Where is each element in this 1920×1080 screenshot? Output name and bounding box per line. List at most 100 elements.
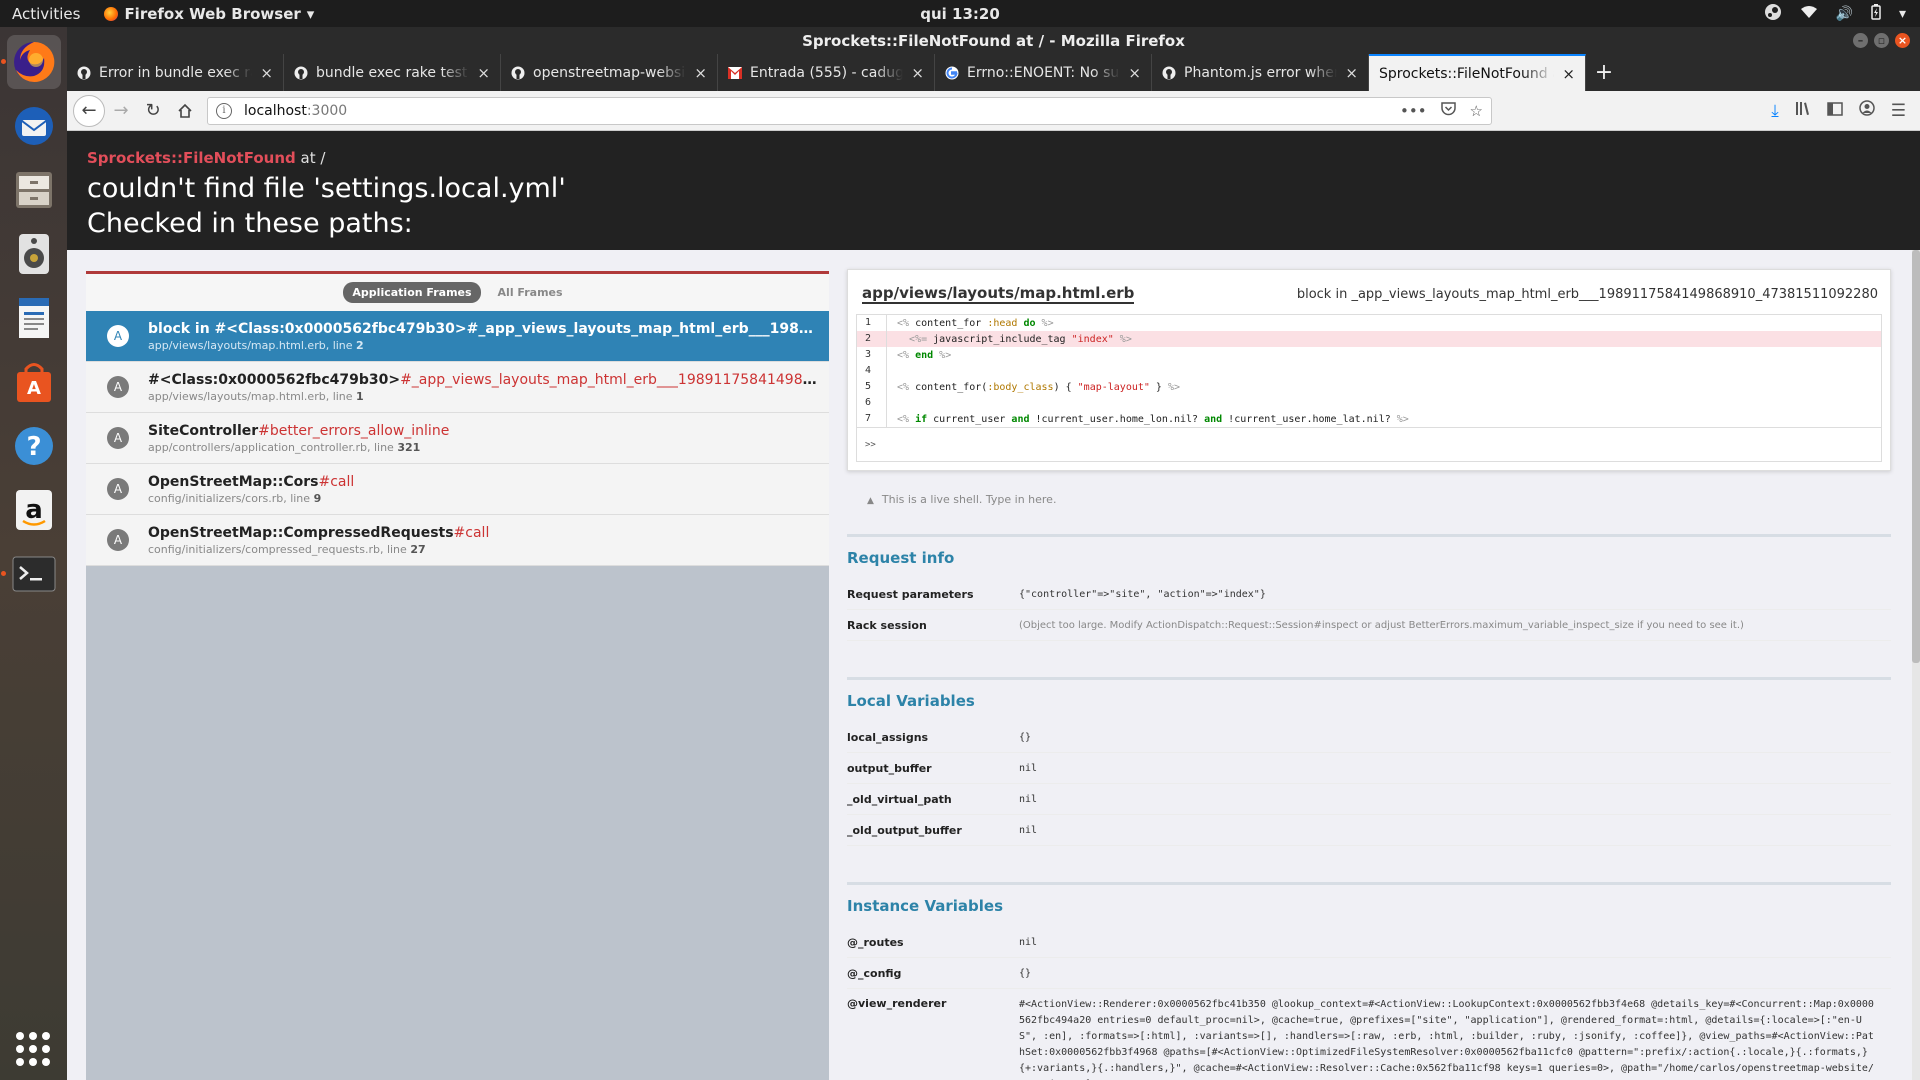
download-icon[interactable]: ⤓ (1771, 101, 1779, 121)
url-host: localhost (244, 102, 307, 119)
error-title: Sprockets::FileNotFound at / (87, 149, 1920, 167)
tab-title: Error in bundle exec rake (99, 64, 252, 81)
home-button[interactable] (169, 95, 201, 127)
frame-location: config/initializers/cors.rb, line 9 (148, 491, 322, 505)
ubuntu-dock: A ? a (0, 27, 67, 1080)
tab-1[interactable]: bundle exec rake test:db × (284, 54, 501, 91)
library-icon[interactable] (1795, 101, 1811, 121)
sidebar-icon[interactable] (1827, 101, 1843, 121)
forward-button[interactable]: → (105, 95, 137, 127)
instance-variables-section: Instance Variables @_routes nil @_config{… (847, 882, 1891, 1080)
dock-amazon[interactable]: a (7, 483, 61, 537)
variable-row: output_buffer nil (847, 753, 1891, 784)
tab-close-icon[interactable]: × (477, 64, 490, 82)
arrow-left-icon: ← (81, 100, 97, 121)
frame-item[interactable]: A block in #<Class:0x0000562fbc479b30>#_… (86, 311, 829, 362)
page-actions-icon[interactable]: ••• (1400, 102, 1427, 120)
frame-item[interactable]: A OpenStreetMap::CompressedRequests#call… (86, 515, 829, 566)
show-applications-icon[interactable] (16, 1032, 50, 1066)
back-button[interactable]: ← (73, 94, 105, 127)
frame-item[interactable]: A SiteController#better_errors_allow_inl… (86, 413, 829, 464)
dock-libreoffice-writer[interactable] (7, 291, 61, 345)
dock-help[interactable]: ? (7, 419, 61, 473)
system-status-area[interactable]: 🔊 ▾ (1764, 0, 1906, 27)
code-line: 5 <% content_for(:body_class) { "map-layo… (857, 379, 1881, 395)
code-context: block in _app_views_layouts_map_html_erb… (1296, 286, 1878, 302)
better-errors-page: Sprockets::FileNotFound at / couldn't fi… (67, 131, 1920, 1080)
activities-button[interactable]: Activities (0, 5, 92, 23)
tab-close-icon[interactable]: × (1128, 64, 1141, 82)
running-indicator (0, 59, 6, 64)
amazon-icon: a (15, 490, 52, 530)
frame-filter: Application Frames All Frames (86, 274, 829, 311)
variable-row: _old_output_buffer nil (847, 815, 1891, 846)
live-shell-input[interactable]: >> (856, 428, 1882, 462)
running-indicator (0, 571, 6, 576)
bookmark-star-icon[interactable]: ☆ (1470, 102, 1483, 120)
tab-close-icon[interactable]: × (1562, 65, 1575, 83)
frame-item[interactable]: A #<Class:0x0000562fbc479b30>#_app_views… (86, 362, 829, 413)
tab-close-icon[interactable]: × (911, 64, 924, 82)
dock-firefox[interactable] (0, 35, 61, 89)
svg-text:A: A (27, 378, 41, 399)
dock-terminal[interactable] (0, 547, 61, 601)
steam-icon[interactable] (1764, 3, 1782, 25)
terminal-icon (12, 556, 55, 592)
dock-rhythmbox[interactable] (7, 227, 61, 281)
google-icon (945, 66, 959, 80)
page-scrollbar-thumb[interactable] (1912, 250, 1920, 663)
code-line: 7 <% if current_user and !current_user.ho… (857, 411, 1881, 427)
tab-4[interactable]: Errno::ENOENT: No such × (935, 54, 1152, 91)
firefox-window: Sprockets::FileNotFound at / - Mozilla F… (67, 27, 1920, 1080)
window-title: Sprockets::FileNotFound at / - Mozilla F… (802, 31, 1185, 50)
tab-title: Entrada (555) - cadugued (750, 64, 904, 81)
frame-location: app/views/layouts/map.html.erb, line 2 (148, 338, 364, 352)
application-frames-tab[interactable]: Application Frames (343, 282, 481, 303)
minimize-icon[interactable]: – (1853, 33, 1868, 48)
pocket-icon[interactable] (1440, 101, 1456, 120)
app-menu[interactable]: Firefox Web Browser ▾ (104, 5, 314, 23)
new-tab-icon[interactable]: + (1586, 54, 1622, 91)
frame-item[interactable]: A OpenStreetMap::Cors#call config/initia… (86, 464, 829, 515)
tab-close-icon[interactable]: × (1345, 64, 1358, 82)
close-icon[interactable]: × (1895, 33, 1910, 48)
tab-6-active[interactable]: Sprockets::FileNotFound at × (1369, 54, 1586, 91)
hamburger-menu-icon[interactable]: ☰ (1891, 101, 1906, 121)
frame-badge: A (107, 529, 129, 551)
dock-thunderbird[interactable] (7, 99, 61, 153)
tab-close-icon[interactable]: × (694, 64, 707, 82)
frame-details: app/views/layouts/map.html.erb block in … (847, 269, 1891, 1080)
info-row: Rack session (Object too large. Modify Ac… (847, 610, 1891, 641)
reload-button[interactable]: ↻ (137, 95, 169, 127)
code-file-link[interactable]: app/views/layouts/map.html.erb (862, 284, 1135, 304)
variable-row: local_assigns{} (847, 722, 1891, 753)
github-icon (1162, 66, 1176, 80)
speaker-icon (18, 234, 49, 274)
url-bar[interactable]: i localhost:3000 ••• ☆ (207, 96, 1492, 125)
url-port: :3000 (306, 102, 348, 119)
tab-close-icon[interactable]: × (260, 64, 273, 82)
tab-5[interactable]: Phantom.js error when in × (1152, 54, 1369, 91)
window-titlebar[interactable]: Sprockets::FileNotFound at / - Mozilla F… (67, 27, 1920, 54)
all-frames-tab[interactable]: All Frames (489, 282, 572, 303)
tab-0[interactable]: Error in bundle exec rake × (67, 54, 284, 91)
maximize-icon[interactable]: ▫ (1874, 33, 1889, 48)
frame-location: config/initializers/compressed_requests.… (148, 542, 426, 556)
tab-3[interactable]: Entrada (555) - cadugued × (718, 54, 935, 91)
exception-class: Sprockets::FileNotFound (87, 149, 296, 167)
frame-badge: A (107, 427, 129, 449)
code-header: app/views/layouts/map.html.erb block in … (856, 278, 1882, 314)
reload-icon: ↻ (145, 100, 161, 121)
frame-badge: A (107, 325, 129, 347)
tab-2[interactable]: openstreetmap-website × (501, 54, 718, 91)
section-title: Local Variables (847, 677, 1891, 710)
dock-software-center[interactable]: A (7, 355, 61, 409)
dock-files[interactable] (7, 163, 61, 217)
account-icon[interactable] (1859, 100, 1875, 121)
github-icon (77, 66, 91, 80)
variable-row: @_routes nil (847, 927, 1891, 958)
site-info-icon[interactable]: i (216, 102, 232, 119)
frame-name: SiteController#better_errors_allow_inlin… (148, 422, 450, 439)
help-icon: ? (14, 427, 53, 465)
code-line: 3 <% end %> (857, 347, 1881, 363)
